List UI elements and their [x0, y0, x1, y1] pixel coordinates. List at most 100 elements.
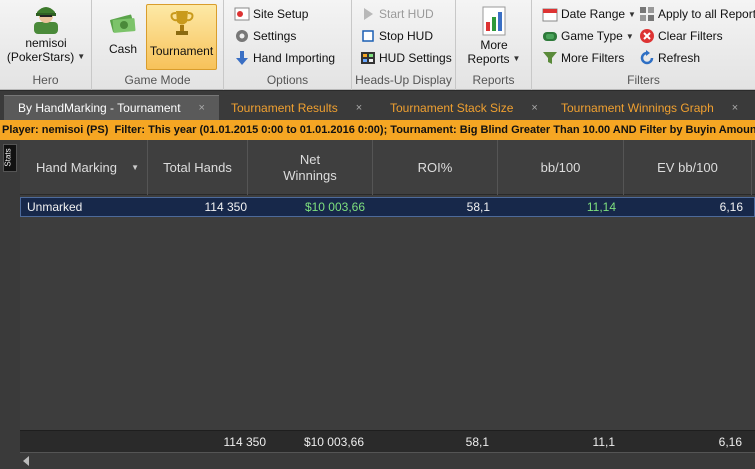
options-group-label: Options — [266, 73, 309, 87]
clear-filters-label: Clear Filters — [658, 29, 723, 43]
player-label: Player: — [2, 124, 39, 136]
more-filters-button[interactable]: More Filters — [542, 48, 624, 68]
hand-importing-label: Hand Importing — [253, 51, 336, 65]
column-header-net-winnings[interactable]: Net Winnings — [248, 140, 373, 195]
tab-close-icon[interactable]: × — [531, 102, 537, 114]
total-bb100: 11,1 — [592, 435, 615, 449]
report-tab-bar: By HandMarking - Tournament × Tournament… — [0, 91, 755, 120]
play-icon — [360, 6, 376, 22]
column-header-label: EV bb/100 — [657, 159, 718, 175]
stats-side-tab[interactable]: Stats — [3, 144, 17, 172]
hero-name: nemisoi — [25, 36, 67, 50]
cash-icon — [110, 14, 136, 33]
filter-label: Filter: — [114, 124, 146, 136]
column-header-label-line2: Winnings — [283, 167, 337, 183]
site-setup-icon — [234, 6, 250, 22]
active-filter-bar: Player: nemisoi (PS) Filter: This year (… — [0, 120, 755, 140]
hand-importing-button[interactable]: Hand Importing — [234, 48, 335, 68]
game-type-label: Game Type — [561, 29, 623, 43]
settings-label: Settings — [253, 29, 297, 43]
table-row[interactable]: Unmarked 114 350 $10 003,66 58,1 11,14 6… — [20, 197, 755, 217]
report-chart-icon — [482, 6, 506, 36]
column-header-total-hands[interactable]: Total Hands — [148, 140, 248, 195]
filters-group-label: Filters — [627, 73, 660, 87]
hud-grid-icon — [360, 50, 376, 66]
cash-button[interactable]: Cash — [100, 4, 146, 68]
game-mode-group-label: Game Mode — [124, 73, 191, 87]
clear-filters-button[interactable]: Clear Filters — [639, 26, 723, 46]
settings-button[interactable]: Settings — [234, 26, 296, 46]
cell-roi: 58,1 — [466, 200, 490, 214]
tab-label: By HandMarking - Tournament — [18, 101, 181, 115]
cell-hand-marking: Unmarked — [27, 200, 83, 214]
hero-dropdown-caret-icon: ▼ — [77, 52, 86, 61]
tab-label: Tournament Stack Size — [390, 100, 514, 115]
trophy-icon — [170, 11, 193, 35]
hero-group: nemisoi (PokerStars) ▼ Hero — [0, 0, 92, 90]
hud-settings-button[interactable]: HUD Settings — [360, 48, 452, 68]
filters-group: Date Range ▼ Game Type ▼ More Filters Ap… — [532, 0, 755, 90]
tab-tournament-winnings-graph[interactable]: Tournament Winnings Graph × — [547, 95, 752, 120]
column-header-label: ROI% — [417, 159, 453, 175]
horizontal-scrollbar[interactable] — [20, 452, 755, 469]
tab-close-icon[interactable]: × — [732, 102, 738, 114]
hud-group-label: Heads-Up Display — [355, 73, 452, 87]
tab-tournament-stack-size[interactable]: Tournament Stack Size × — [376, 95, 552, 120]
more-reports-button[interactable]: More Reports ▼ — [466, 4, 522, 66]
import-arrow-icon — [234, 50, 250, 66]
cell-ev-bb100: 6,16 — [719, 200, 743, 214]
start-hud-label: Start HUD — [379, 7, 434, 21]
apply-to-all-reports-button[interactable]: Apply to all Reports — [639, 4, 755, 24]
cell-net-winnings: $10 003,66 — [304, 200, 365, 214]
tab-tournament-results[interactable]: Tournament Results × — [217, 95, 376, 120]
options-group: Site Setup Settings Hand Importing Optio… — [224, 0, 352, 90]
column-header-ev-bb100[interactable]: EV bb/100 — [624, 140, 752, 195]
stop-hud-button[interactable]: Stop HUD — [360, 26, 433, 46]
tab-close-icon[interactable]: × — [356, 102, 362, 114]
column-header-bb100[interactable]: bb/100 — [498, 140, 624, 195]
game-mode-group: Cash Tournament Game Mode — [92, 0, 224, 90]
totals-row: 114 350 $10 003,66 58,1 11,1 6,16 — [20, 430, 755, 452]
refresh-button[interactable]: Refresh — [639, 48, 700, 68]
hero-selector[interactable]: nemisoi (PokerStars) ▼ — [6, 4, 86, 64]
more-reports-label-1: More — [480, 38, 508, 52]
scroll-left-arrow-icon[interactable] — [23, 456, 29, 466]
tournament-button[interactable]: Tournament — [146, 4, 217, 70]
tab-by-handmarking[interactable]: By HandMarking - Tournament × — [4, 95, 219, 120]
column-header-label: Hand Marking — [36, 159, 117, 175]
date-range-caret-icon: ▼ — [628, 9, 636, 19]
gear-icon — [234, 28, 250, 44]
game-type-caret-icon: ▼ — [625, 31, 634, 41]
reports-group-label: Reports — [472, 73, 515, 87]
tab-label: Tournament Results — [231, 100, 338, 115]
column-dropdown-caret-icon[interactable]: ▼ — [131, 160, 139, 176]
tab-close-icon[interactable]: × — [199, 102, 205, 114]
reports-group: More Reports ▼ Reports — [456, 0, 532, 90]
date-range-dropdown[interactable]: Date Range ▼ — [542, 4, 636, 24]
site-setup-label: Site Setup — [253, 7, 309, 21]
more-reports-caret-icon: ▼ — [512, 54, 521, 63]
more-reports-label-2: Reports — [467, 52, 510, 66]
grid-header: Hand Marking ▼ Total Hands Net Winnings … — [20, 140, 755, 195]
hero-site: (PokerStars) — [6, 50, 75, 64]
tab-label: Tournament Winnings Graph — [561, 100, 714, 115]
stop-icon — [360, 28, 376, 44]
game-type-dropdown[interactable]: Game Type ▼ — [542, 26, 634, 46]
column-header-label: Total Hands — [163, 159, 232, 175]
refresh-icon — [639, 50, 655, 66]
ribbon-toolbar: nemisoi (PokerStars) ▼ Hero Cash Tournam… — [0, 0, 755, 90]
date-range-label: Date Range — [561, 7, 626, 21]
stats-side-panel: Stats — [0, 140, 20, 469]
column-header-hand-marking[interactable]: Hand Marking ▼ — [20, 140, 148, 195]
column-header-roi[interactable]: ROI% — [373, 140, 498, 195]
stats-side-tab-label: Stats — [3, 148, 13, 167]
column-header-label-line1: Net — [299, 151, 321, 167]
player-value: nemisoi (PS) — [41, 124, 109, 136]
filter-funnel-icon — [542, 50, 558, 66]
tournament-label: Tournament — [149, 44, 214, 58]
hero-group-label: Hero — [32, 73, 59, 87]
cell-bb100: 11,14 — [586, 200, 616, 214]
site-setup-button[interactable]: Site Setup — [234, 4, 308, 24]
cell-total-hands: 114 350 — [204, 200, 248, 214]
start-hud-button[interactable]: Start HUD — [360, 4, 434, 24]
